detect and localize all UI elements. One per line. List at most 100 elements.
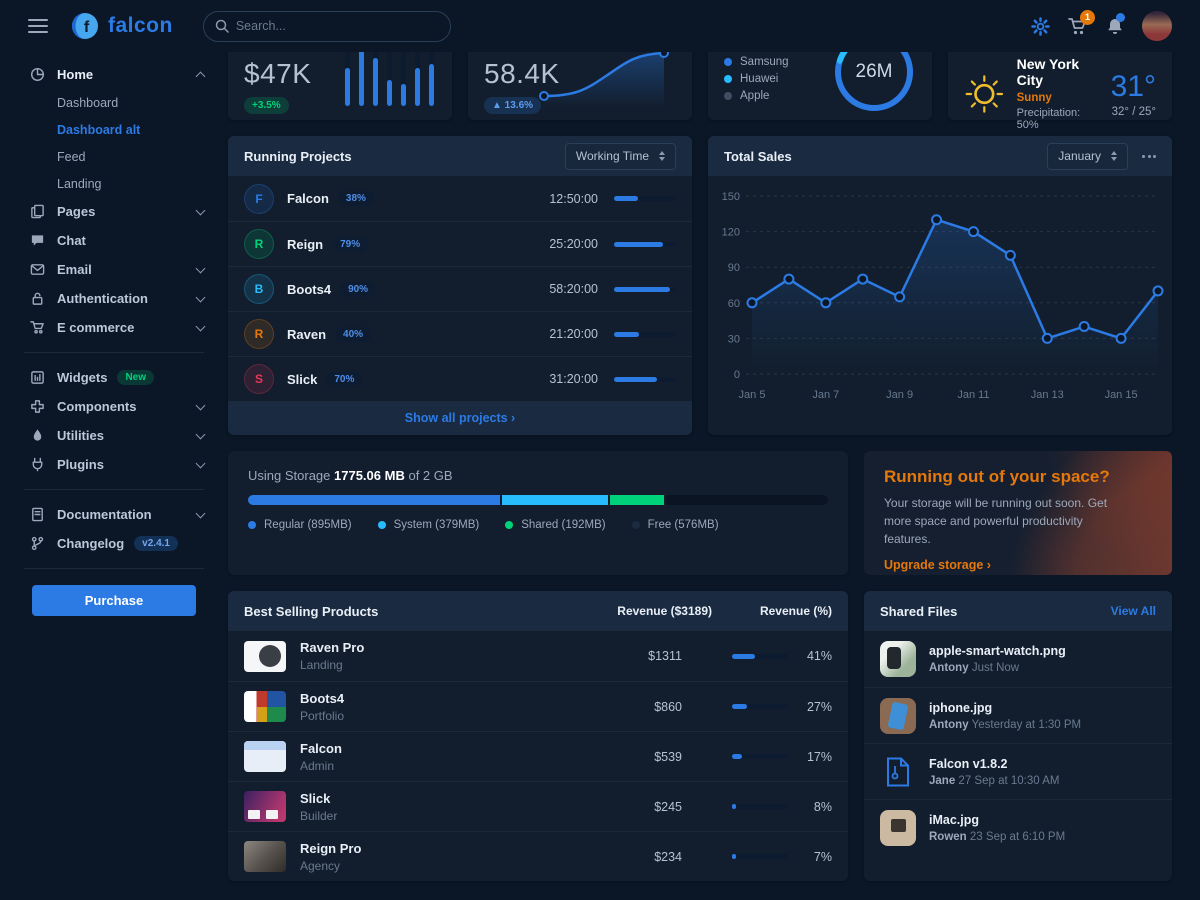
chevron-down-icon	[196, 458, 206, 468]
project-row[interactable]: B Boots4 90% 58:20:00	[228, 266, 692, 311]
upgrade-storage-card: Running out of your space? Your storage …	[864, 451, 1172, 575]
project-avatar: R	[244, 319, 274, 349]
file-thumbnail	[880, 810, 916, 846]
chevron-up-icon	[196, 72, 206, 82]
upgrade-storage-link[interactable]: Upgrade storage ›	[884, 558, 991, 572]
search-icon	[215, 19, 229, 33]
notifications-bell-icon[interactable]	[1106, 17, 1124, 36]
svg-text:Jan 5: Jan 5	[739, 389, 766, 401]
widgets-grid-icon	[28, 370, 46, 385]
topbar-actions: 1	[1031, 11, 1172, 41]
file-row[interactable]: Falcon v1.8.2 Jane 27 Sep at 10:30 AM	[864, 743, 1172, 799]
project-progress-bar	[614, 287, 676, 292]
sidebar-item-ecommerce[interactable]: E commerce	[0, 313, 228, 342]
sidebar-item-utilities[interactable]: Utilities	[0, 421, 228, 450]
project-progress-bar	[614, 242, 676, 247]
product-row[interactable]: Raven ProLanding $1311 41%	[228, 631, 848, 681]
select-arrows-icon	[1111, 151, 1117, 161]
svg-text:f: f	[84, 19, 90, 36]
file-row[interactable]: apple-smart-watch.png Antony Just Now	[864, 631, 1172, 687]
project-avatar: B	[244, 274, 274, 304]
sidebar-item-dashboard-alt[interactable]: Dashboard alt	[0, 116, 228, 143]
logo-wordmark: falcon	[108, 14, 173, 38]
sidebar-item-documentation[interactable]: Documentation	[0, 500, 228, 529]
svg-text:60: 60	[728, 298, 740, 310]
notification-dot	[1116, 13, 1125, 22]
sidebar-item-pages[interactable]: Pages	[0, 197, 228, 226]
best-selling-products-panel: Best Selling Products Revenue ($3189) Re…	[228, 591, 848, 881]
sidebar-item-feed[interactable]: Feed	[0, 143, 228, 170]
purchase-button[interactable]: Purchase	[32, 585, 196, 616]
cart-icon[interactable]: 1	[1068, 17, 1088, 36]
project-list: F Falcon 38% 12:50:00 R Reign 79% 25:20:…	[228, 176, 692, 401]
project-progress-bar	[614, 332, 676, 337]
project-progress-badge: 90%	[340, 282, 376, 297]
product-progress-bar	[732, 854, 788, 859]
weather-info: New York City Sunny Precipitation: 50%	[1017, 56, 1099, 131]
chevron-down-icon	[196, 321, 206, 331]
legend-dot-system	[378, 521, 386, 529]
product-progress-bar	[732, 804, 788, 809]
month-select[interactable]: January	[1047, 143, 1128, 170]
file-row[interactable]: iphone.jpg Antony Yesterday at 1:30 PM	[864, 687, 1172, 743]
project-row[interactable]: S Slick 70% 31:20:00	[228, 356, 692, 401]
svg-text:Jan 9: Jan 9	[886, 389, 913, 401]
sidebar-item-changelog[interactable]: Changelog v2.4.1	[0, 529, 228, 558]
puzzle-icon	[28, 399, 46, 414]
sidebar-item-widgets[interactable]: Widgets New	[0, 363, 228, 392]
product-row[interactable]: Boots4Portfolio $860 27%	[228, 681, 848, 731]
product-row[interactable]: SlickBuilder $245 8%	[228, 781, 848, 831]
product-row[interactable]: Reign ProAgency $234 7%	[228, 831, 848, 881]
new-badge: New	[117, 370, 154, 385]
svg-text:150: 150	[722, 191, 740, 203]
settings-gear-icon[interactable]	[1031, 17, 1050, 36]
shared-files-title: Shared Files	[880, 604, 957, 619]
sidebar-item-chat[interactable]: Chat	[0, 226, 228, 255]
project-time: 21:20:00	[549, 327, 598, 341]
copy-icon	[28, 204, 46, 219]
project-avatar: F	[244, 184, 274, 214]
chevron-down-icon	[196, 205, 206, 215]
sidebar-item-components[interactable]: Components	[0, 392, 228, 421]
sidebar-item-landing[interactable]: Landing	[0, 170, 228, 197]
product-row[interactable]: FalconAdmin $539 17%	[228, 731, 848, 781]
project-row[interactable]: R Reign 79% 25:20:00	[228, 221, 692, 266]
envelope-icon	[28, 262, 46, 277]
file-row[interactable]: iMac.jpg Rowen 23 Sep at 6:10 PM	[864, 799, 1172, 855]
show-all-projects-link[interactable]: Show all projects ›	[405, 411, 515, 425]
sidebar-divider	[24, 352, 204, 353]
product-revenue: $539	[572, 750, 682, 764]
select-arrows-icon	[659, 151, 665, 161]
project-row[interactable]: F Falcon 38% 12:50:00	[228, 176, 692, 221]
app-logo[interactable]: f falcon	[70, 11, 173, 41]
product-revenue: $860	[572, 700, 682, 714]
storage-progress-bar	[248, 495, 828, 505]
sidebar-item-email[interactable]: Email	[0, 255, 228, 284]
storage-card: Using Storage 1775.06 MB of 2 GB Regular…	[228, 451, 848, 575]
project-progress-badge: 38%	[338, 191, 374, 206]
chevron-down-icon	[196, 508, 206, 518]
legend-dot-samsung	[724, 58, 732, 66]
chat-icon	[28, 233, 46, 248]
lock-icon	[28, 291, 46, 306]
product-thumbnail	[244, 641, 286, 672]
sidebar-item-plugins[interactable]: Plugins	[0, 450, 228, 479]
view-all-link[interactable]: View All	[1111, 604, 1156, 618]
card-menu-icon[interactable]	[1142, 155, 1156, 158]
sidebar-item-dashboard[interactable]: Dashboard	[0, 89, 228, 116]
working-time-select[interactable]: Working Time	[565, 143, 676, 170]
product-revenue: $1311	[572, 649, 682, 663]
sidebar-item-authentication[interactable]: Authentication	[0, 284, 228, 313]
search-input[interactable]	[203, 11, 451, 42]
cart-count-badge: 1	[1080, 10, 1095, 25]
svg-text:Jan 13: Jan 13	[1031, 389, 1064, 401]
weekly-sales-change-badge: +3.5%	[244, 97, 289, 114]
project-progress-bar	[614, 196, 676, 201]
plug-icon	[28, 457, 46, 472]
project-row[interactable]: R Raven 40% 21:20:00	[228, 311, 692, 356]
project-time: 25:20:00	[549, 237, 598, 251]
file-thumbnail	[880, 698, 916, 734]
sidebar-item-home[interactable]: Home	[0, 60, 228, 89]
hamburger-menu-icon[interactable]	[28, 15, 48, 37]
user-avatar[interactable]	[1142, 11, 1172, 41]
